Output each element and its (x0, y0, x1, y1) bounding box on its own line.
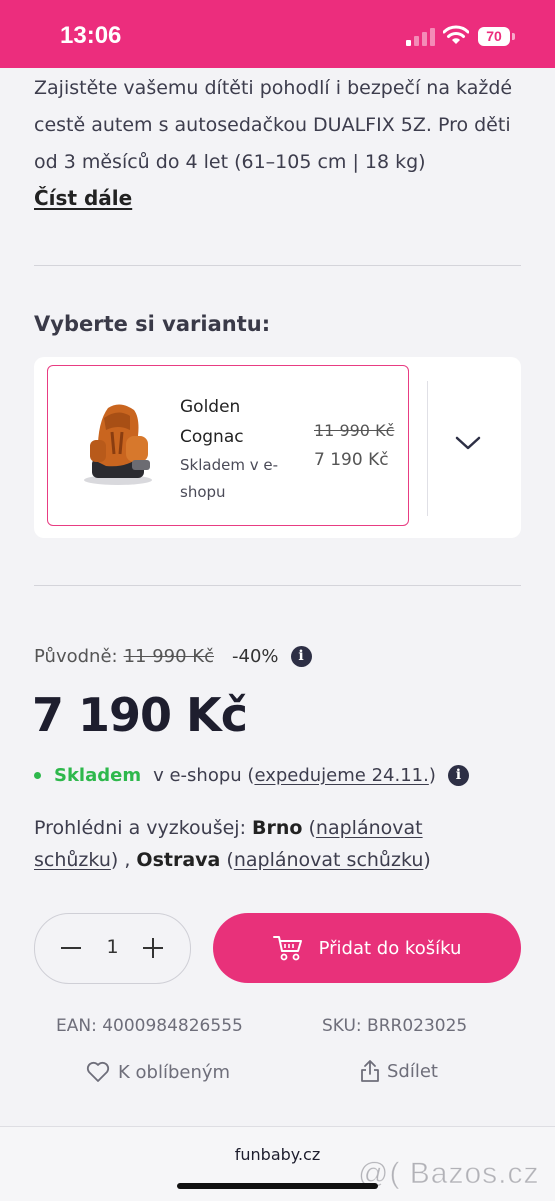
discount-badge: -40% (232, 646, 279, 667)
info-icon[interactable]: i (447, 765, 469, 786)
in-stock-dot-icon (34, 772, 41, 779)
visit-label: Prohlédni a vyzkoušej: (34, 817, 253, 839)
city-ostrava: Ostrava (136, 849, 221, 871)
cellular-signal-icon (406, 28, 436, 46)
wifi-icon (443, 25, 469, 44)
chevron-down-icon[interactable] (455, 435, 481, 451)
variant-heading: Vyberte si variantu: (34, 312, 271, 336)
watermark: @( Bazos.cz (358, 1157, 540, 1191)
add-to-cart-label: Přidat do košíku (318, 937, 462, 959)
variant-old-price: 11 990 Kč (314, 421, 395, 440)
original-price-row: Původně: 11 990 Kč -40% i (34, 646, 312, 667)
availability-close: ) (428, 765, 436, 786)
variant-price: 7 190 Kč (314, 450, 389, 470)
original-price: 11 990 Kč (123, 646, 214, 667)
divider (34, 585, 521, 586)
cart-icon (272, 936, 302, 961)
variant-name: Golden Cognac (180, 397, 244, 447)
availability-location: v e-shopu ( (153, 765, 255, 786)
variant-divider (427, 381, 428, 516)
original-price-label: Původně: (34, 646, 118, 667)
availability-row: Skladem v e-shopu (expedujeme 24.11.) i (34, 765, 469, 786)
variant-stock: Skladem v e-shopu (180, 456, 278, 501)
home-indicator[interactable] (177, 1183, 378, 1189)
heart-icon (86, 1061, 110, 1082)
visit-separator: , (118, 849, 137, 871)
current-price: 7 190 Kč (32, 688, 248, 742)
favorites-label: K oblíbeným (118, 1061, 231, 1083)
browser-footer: funbaby.cz @( Bazos.cz (0, 1126, 555, 1201)
add-to-favorites-button[interactable]: K oblíbeným (86, 1061, 230, 1083)
share-button[interactable]: Sdílet (360, 1059, 438, 1083)
battery-icon: 70 (478, 27, 515, 46)
status-bar: 13:06 70 (0, 0, 555, 68)
city-brno: Brno (252, 817, 303, 839)
car-seat-image (84, 404, 152, 485)
read-more-link[interactable]: Číst dále (34, 186, 132, 210)
divider (34, 265, 521, 266)
ean-code: EAN: 4000984826555 (56, 1016, 243, 1036)
variant-selector[interactable]: Golden Cognac Skladem v e-shopu 11 990 K… (34, 357, 521, 538)
info-icon[interactable]: i (290, 646, 312, 667)
sku-code: SKU: BRR023025 (322, 1016, 468, 1036)
selected-variant[interactable]: Golden Cognac Skladem v e-shopu 11 990 K… (47, 365, 409, 526)
schedule-ostrava-link[interactable]: naplánovat schůzku (234, 849, 424, 871)
quantity-stepper[interactable]: 1 (34, 913, 191, 984)
shipping-date-link[interactable]: expedujeme 24.11. (254, 765, 428, 786)
plus-icon[interactable] (152, 938, 154, 958)
showroom-visit: Prohlédni a vyzkoušej: Brno (naplánovat … (34, 817, 431, 871)
quantity-value[interactable]: 1 (35, 936, 190, 958)
status-time: 13:06 (60, 22, 122, 49)
in-stock-label: Skladem (54, 765, 142, 786)
share-icon (361, 1060, 379, 1082)
product-description: Zajistěte vašemu dítěti pohodlí i bezpeč… (34, 77, 513, 173)
share-label: Sdílet (387, 1060, 438, 1082)
add-to-cart-button[interactable]: Přidat do košíku (213, 913, 521, 983)
